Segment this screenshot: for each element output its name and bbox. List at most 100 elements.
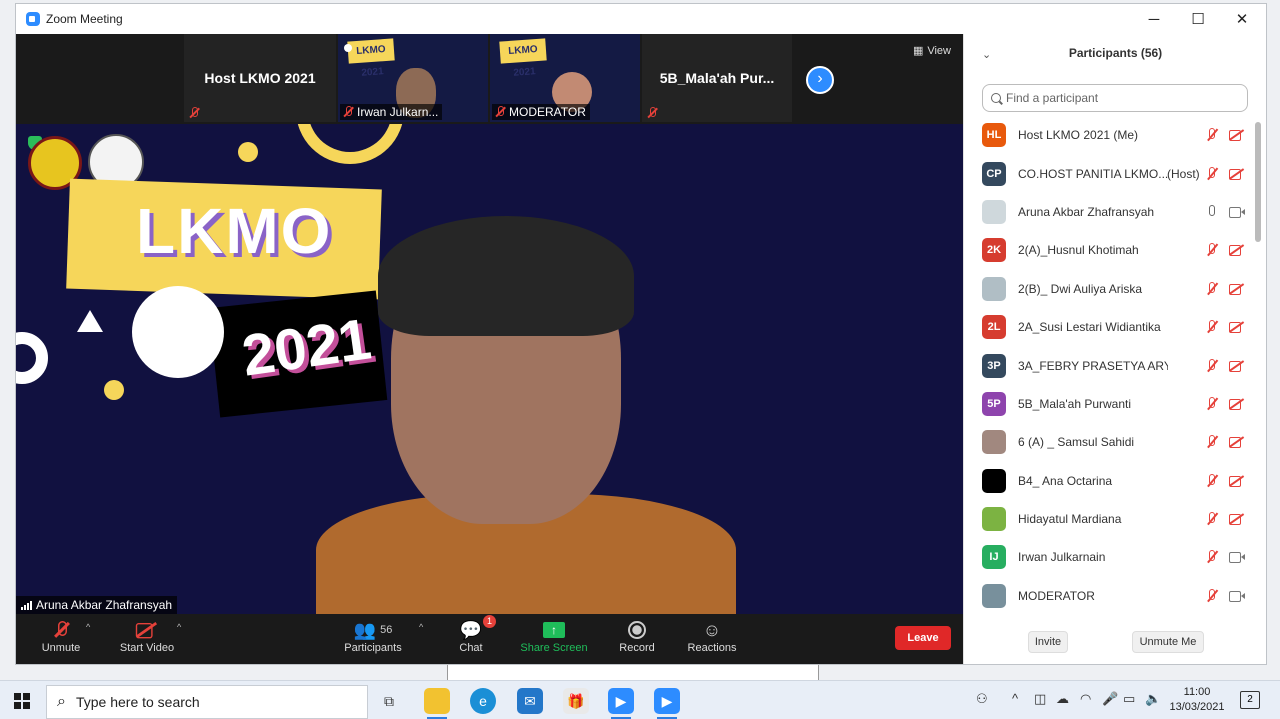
participant-row[interactable]: 2(B)_ Dwi Auliya Ariska [964, 270, 1254, 308]
participant-avatar: 2K [982, 238, 1006, 263]
close-button[interactable]: ✕ [1220, 4, 1264, 34]
windows-start-button[interactable] [14, 693, 30, 709]
file-explorer-icon[interactable] [424, 688, 450, 719]
participants-scrollbar[interactable] [1255, 122, 1261, 242]
tile-name: Host LKMO 2021 [204, 70, 316, 86]
participant-name: 3A_FEBRY PRASETYA ARYANTI [1018, 358, 1168, 373]
window-title: Zoom Meeting [46, 12, 123, 26]
tile-muted-label [186, 106, 204, 120]
participant-name: 2(B)_ Dwi Auliya Ariska [1018, 281, 1143, 296]
video-tile-irwan[interactable]: LKMO 2021 Irwan Julkarn... [338, 34, 488, 122]
microphone-icon[interactable]: 🎤 [1102, 691, 1118, 707]
participant-row[interactable]: Hidayatul Mardiana [964, 500, 1254, 538]
participant-row[interactable]: HL Host LKMO 2021 (Me) [964, 116, 1254, 154]
tile-name: 5B_Mala'ah Pur... [659, 70, 775, 86]
video-tile-moderator[interactable]: LKMO 2021 MODERATOR [490, 34, 640, 122]
decor-ring [296, 124, 404, 164]
find-participant-input[interactable]: Find a participant [982, 84, 1248, 112]
microphone-muted-icon [1205, 128, 1219, 142]
thumbnail-strip: Host LKMO 2021 LKMO 2021 Irwan Julkarn..… [16, 34, 963, 124]
participant-name: 2A_Susi Lestari Widiantika [1018, 320, 1161, 335]
participant-name: B4_ Ana Octarina [1018, 473, 1113, 488]
participant-row[interactable]: Aruna Akbar Zhafransyah [964, 193, 1254, 231]
onedrive-icon[interactable]: ☁ [1056, 691, 1069, 707]
unmute-me-button[interactable]: Unmute Me [1132, 631, 1204, 653]
participant-row[interactable]: 6 (A) _ Samsul Sahidi [964, 423, 1254, 461]
participant-row[interactable]: MODERATOR [964, 577, 1254, 615]
mic-muted-icon [494, 106, 506, 118]
battery-icon[interactable]: ▭ [1123, 691, 1135, 707]
video-off-icon [1229, 129, 1245, 142]
microphone-muted-icon [1205, 550, 1219, 564]
next-page-arrow-button[interactable]: › [806, 66, 834, 94]
audio-options-caret[interactable]: ^ [86, 622, 90, 632]
participants-panel: ⌄ Participants (56) Find a participant H… [963, 34, 1266, 664]
participant-row[interactable]: B4_ Ana Octarina [964, 462, 1254, 500]
chat-badge: 1 [483, 615, 496, 628]
share-screen-button[interactable]: ↑ Share Screen [509, 618, 599, 660]
mail-icon[interactable]: ✉ [517, 688, 543, 714]
participants-list: HL Host LKMO 2021 (Me) CP CO.HOST PANITIA L… [964, 116, 1254, 615]
taskbar-search-box[interactable]: ⌕ Type here to search [46, 685, 368, 719]
people-icon[interactable]: ⚇ [976, 691, 988, 707]
video-camera-icon [1229, 590, 1245, 602]
meet-now-icon[interactable]: ◫ [1034, 691, 1046, 707]
participant-avatar [982, 583, 1006, 608]
video-options-caret[interactable]: ^ [177, 622, 181, 632]
show-hidden-icons-chevron[interactable]: ^ [1012, 691, 1018, 706]
microphone-muted-icon [1205, 512, 1219, 526]
taskbar-clock[interactable]: 11:00 13/03/2021 [1168, 685, 1226, 715]
participant-row[interactable]: 2K 2(A)_Husnul Khotimah [964, 231, 1254, 269]
search-icon [991, 93, 1001, 103]
participant-avatar: 3P [982, 353, 1006, 378]
participant-name: 6 (A) _ Samsul Sahidi [1018, 435, 1135, 450]
microphone-muted-icon [1205, 435, 1219, 449]
video-tile-host[interactable]: Host LKMO 2021 [184, 34, 336, 122]
background-window-strip [447, 664, 819, 680]
participant-row[interactable]: CP CO.HOST PANITIA LKMO... (Host) [964, 154, 1254, 192]
volume-icon[interactable]: 🔈 [1145, 691, 1161, 707]
participant-name: MODERATOR [1018, 588, 1095, 603]
zoom-meeting-app-icon[interactable]: ▶ [654, 688, 680, 719]
thumbnail-banner: LKMO 2021 [347, 38, 395, 79]
active-speaker-video: LKMO 2021 Aruna Akbar Zhafransyah [16, 124, 963, 614]
mic-muted-icon [188, 107, 200, 119]
reactions-button[interactable]: ☺ Reactions [667, 618, 757, 660]
decor-ring [16, 332, 48, 384]
wifi-icon[interactable]: ◠ [1080, 691, 1091, 707]
video-camera-icon [1229, 206, 1245, 218]
banner-title: LKMO [136, 195, 333, 267]
view-button[interactable]: ▦ View [913, 44, 951, 58]
gift-app-icon[interactable]: 🎁 [563, 688, 589, 714]
task-view-icon[interactable]: ⧉ [376, 688, 402, 714]
zoom-meeting-window: Zoom Meeting ─ ☐ ✕ Host LKMO 2021 LKMO 2… [16, 4, 1266, 664]
invite-button[interactable]: Invite [1028, 631, 1068, 653]
meeting-toolbar: Unmute ^ Start Video ^ 👥 56 Participants … [16, 614, 963, 664]
search-icon: ⌕ [57, 693, 66, 710]
participants-title: Participants (56) [1068, 46, 1163, 60]
chat-button[interactable]: 💬 1 Chat [426, 615, 516, 660]
edge-browser-icon[interactable]: e [470, 688, 496, 714]
video-area: Host LKMO 2021 LKMO 2021 Irwan Julkarn..… [16, 34, 963, 664]
participant-row[interactable]: 3P 3A_FEBRY PRASETYA ARYANTI [964, 346, 1254, 384]
mic-muted-icon [342, 106, 354, 118]
zoom-logo-icon [26, 12, 40, 26]
share-screen-icon: ↑ [543, 622, 565, 638]
video-off-icon [1229, 321, 1245, 334]
video-off-icon [1229, 436, 1245, 449]
participant-row[interactable]: 2L 2A_Susi Lestari Widiantika [964, 308, 1254, 346]
video-tile-malaah[interactable]: 5B_Mala'ah Pur... [642, 34, 792, 122]
unmute-button[interactable]: Unmute [16, 618, 106, 660]
leave-button[interactable]: Leave [895, 626, 951, 650]
participant-avatar [982, 430, 1006, 455]
zoom-app-icon[interactable]: ▶ [608, 688, 634, 719]
participant-row[interactable]: 5P 5B_Mala'ah Purwanti [964, 385, 1254, 423]
microphone-muted-icon [1205, 473, 1219, 488]
participants-button[interactable]: 👥 56 Participants [328, 618, 418, 660]
participants-options-caret[interactable]: ^ [419, 622, 423, 632]
microphone-muted-icon [1205, 396, 1219, 411]
participant-row[interactable]: IJ Irwan Julkarnain [964, 538, 1254, 576]
maximize-button[interactable]: ☐ [1176, 4, 1220, 34]
minimize-button[interactable]: ─ [1132, 4, 1176, 34]
notification-center-icon[interactable]: 2 [1240, 691, 1260, 709]
